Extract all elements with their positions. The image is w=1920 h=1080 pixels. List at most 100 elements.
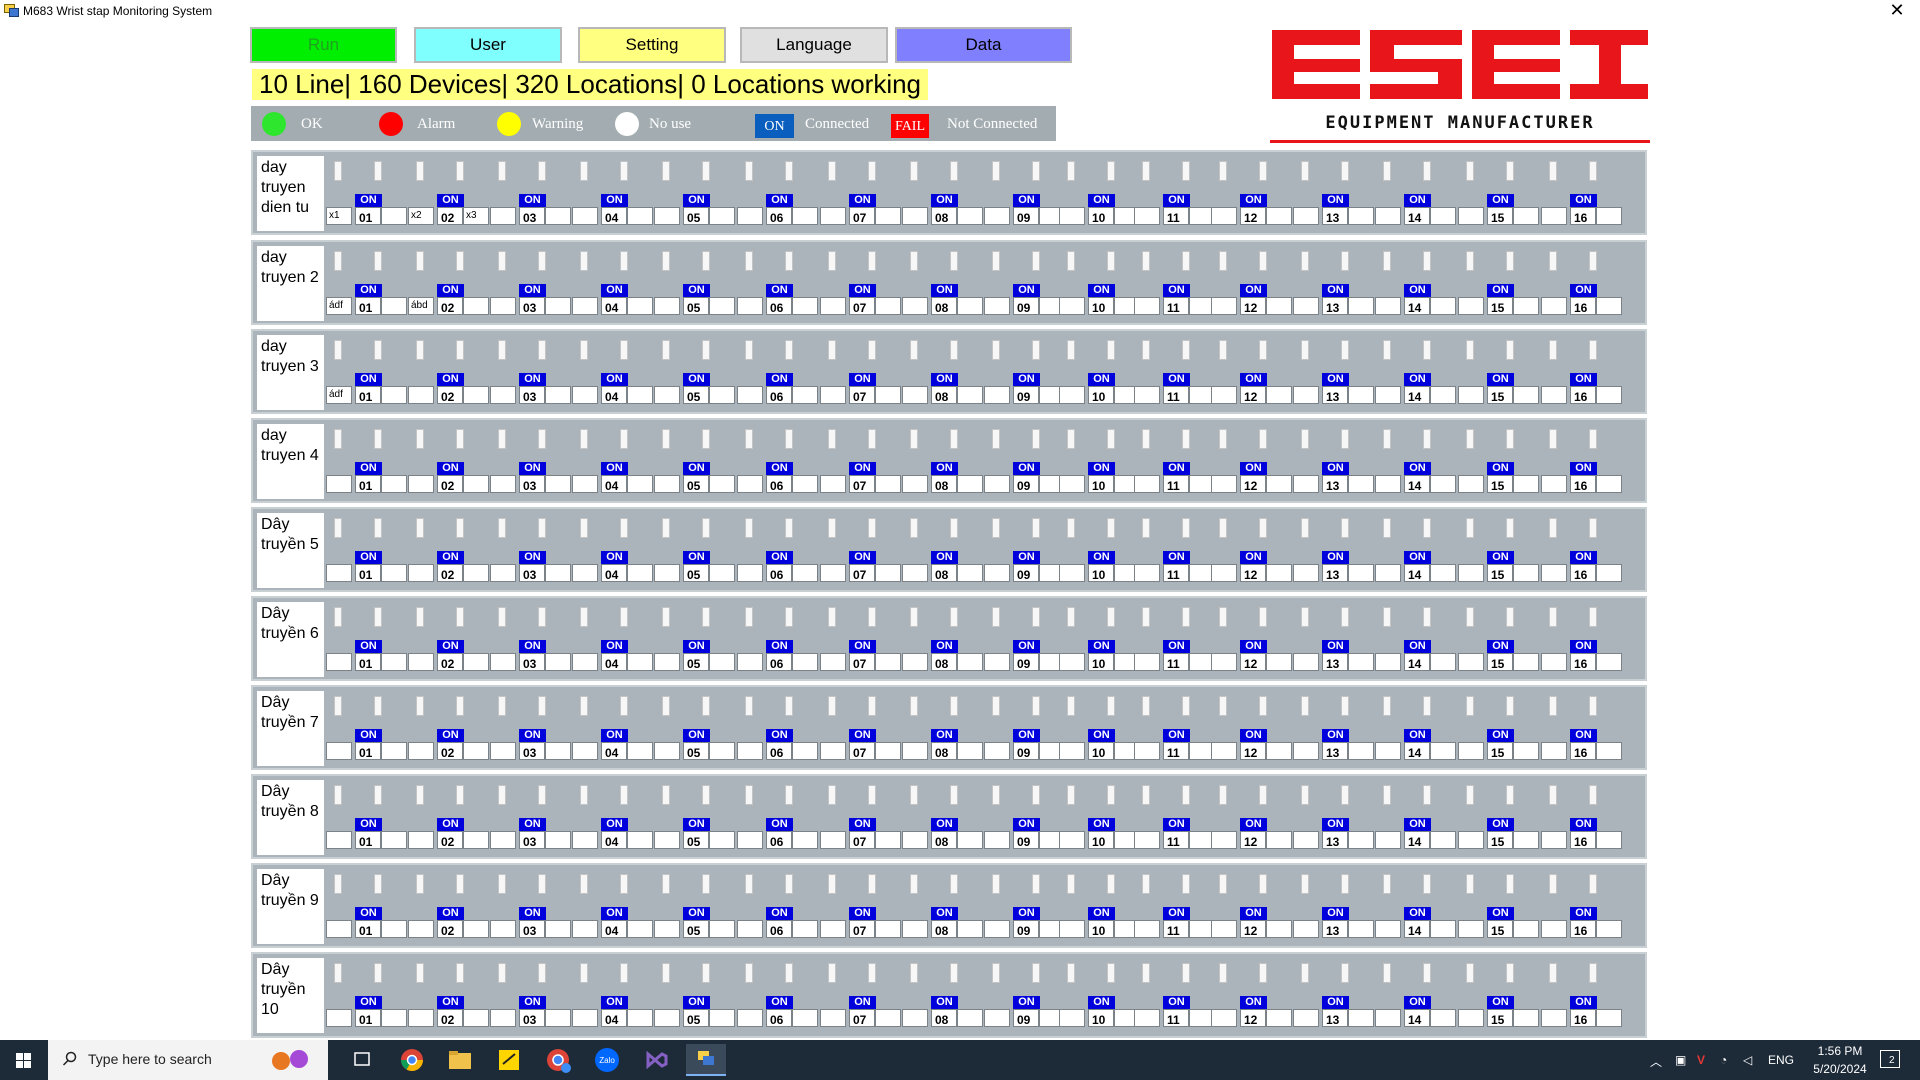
user-button[interactable]: User: [414, 27, 562, 63]
tray-device-icon[interactable]: ▣: [1675, 1053, 1686, 1067]
location-indicator[interactable]: [1182, 251, 1190, 271]
location-indicator[interactable]: [1383, 340, 1391, 360]
location-indicator[interactable]: [745, 161, 753, 181]
location-label-cell[interactable]: [737, 920, 763, 938]
location-label-cell[interactable]: [875, 297, 901, 315]
location-label-cell[interactable]: [1348, 1009, 1374, 1027]
location-label-cell[interactable]: [1348, 831, 1374, 849]
location-indicator[interactable]: [1142, 518, 1150, 538]
location-label-cell[interactable]: [709, 742, 735, 760]
location-indicator[interactable]: [334, 785, 342, 805]
location-indicator[interactable]: [1341, 696, 1349, 716]
location-indicator[interactable]: [910, 518, 918, 538]
location-indicator[interactable]: [1341, 785, 1349, 805]
location-label-cell[interactable]: [572, 920, 598, 938]
location-indicator[interactable]: [416, 518, 424, 538]
location-label-cell[interactable]: [792, 564, 818, 582]
location-label-cell[interactable]: [1211, 297, 1237, 315]
location-label-cell[interactable]: ábd: [408, 297, 434, 315]
location-indicator[interactable]: [1466, 785, 1474, 805]
location-label-cell[interactable]: [957, 386, 983, 404]
location-indicator[interactable]: [1341, 518, 1349, 538]
location-indicator[interactable]: [702, 161, 710, 181]
location-indicator[interactable]: [785, 785, 793, 805]
location-label-cell[interactable]: [381, 831, 407, 849]
location-label-cell[interactable]: [381, 1009, 407, 1027]
location-label-cell[interactable]: [1458, 564, 1484, 582]
location-indicator[interactable]: [416, 874, 424, 894]
location-label-cell[interactable]: [984, 831, 1010, 849]
location-label-cell[interactable]: [984, 1009, 1010, 1027]
location-indicator[interactable]: [702, 874, 710, 894]
location-label-cell[interactable]: [463, 475, 489, 493]
location-label-cell[interactable]: [1596, 475, 1622, 493]
location-indicator[interactable]: [1219, 340, 1227, 360]
location-indicator[interactable]: [1301, 874, 1309, 894]
location-indicator[interactable]: [1549, 874, 1557, 894]
location-label-cell[interactable]: [1348, 653, 1374, 671]
location-indicator[interactable]: [1383, 607, 1391, 627]
location-label-cell[interactable]: [1266, 831, 1292, 849]
location-label-cell[interactable]: [572, 207, 598, 225]
location-label-cell[interactable]: [381, 297, 407, 315]
location-label-cell[interactable]: [1430, 742, 1456, 760]
location-label-cell[interactable]: [1348, 742, 1374, 760]
location-label-cell[interactable]: [326, 920, 352, 938]
location-indicator[interactable]: [950, 429, 958, 449]
location-indicator[interactable]: [1589, 607, 1597, 627]
location-indicator[interactable]: [1032, 161, 1040, 181]
location-label-cell[interactable]: [1134, 920, 1160, 938]
location-indicator[interactable]: [1301, 518, 1309, 538]
location-indicator[interactable]: [620, 963, 628, 983]
location-label-cell[interactable]: [709, 653, 735, 671]
location-indicator[interactable]: [498, 429, 506, 449]
location-indicator[interactable]: [702, 785, 710, 805]
location-label-cell[interactable]: [381, 475, 407, 493]
location-label-cell[interactable]: [1596, 653, 1622, 671]
location-indicator[interactable]: [910, 696, 918, 716]
location-indicator[interactable]: [334, 963, 342, 983]
location-indicator[interactable]: [1219, 518, 1227, 538]
location-indicator[interactable]: [1549, 161, 1557, 181]
location-label-cell[interactable]: [1596, 207, 1622, 225]
location-label-cell[interactable]: [1266, 920, 1292, 938]
location-indicator[interactable]: [868, 518, 876, 538]
location-indicator[interactable]: [1589, 340, 1597, 360]
location-indicator[interactable]: [1259, 785, 1267, 805]
location-indicator[interactable]: [1259, 874, 1267, 894]
location-indicator[interactable]: [1219, 785, 1227, 805]
location-label-cell[interactable]: [1211, 207, 1237, 225]
location-label-cell[interactable]: [1059, 1009, 1085, 1027]
location-label-cell[interactable]: [1134, 386, 1160, 404]
location-label-cell[interactable]: [1134, 297, 1160, 315]
location-label-cell[interactable]: [984, 653, 1010, 671]
location-label-cell[interactable]: [1134, 564, 1160, 582]
location-indicator[interactable]: [1259, 429, 1267, 449]
location-label-cell[interactable]: [490, 831, 516, 849]
location-label-cell[interactable]: x2: [408, 207, 434, 225]
location-indicator[interactable]: [992, 785, 1000, 805]
location-label-cell[interactable]: [463, 653, 489, 671]
notification-icon[interactable]: 2: [1880, 1050, 1900, 1068]
location-indicator[interactable]: [1259, 963, 1267, 983]
location-label-cell[interactable]: [627, 475, 653, 493]
location-indicator[interactable]: [580, 607, 588, 627]
location-indicator[interactable]: [456, 340, 464, 360]
location-label-cell[interactable]: [654, 831, 680, 849]
location-indicator[interactable]: [785, 518, 793, 538]
location-indicator[interactable]: [1301, 607, 1309, 627]
location-indicator[interactable]: [1067, 696, 1075, 716]
location-indicator[interactable]: [828, 874, 836, 894]
location-label-cell[interactable]: [463, 1009, 489, 1027]
location-indicator[interactable]: [1301, 161, 1309, 181]
location-indicator[interactable]: [1182, 340, 1190, 360]
location-indicator[interactable]: [662, 874, 670, 894]
location-indicator[interactable]: [1142, 251, 1150, 271]
location-indicator[interactable]: [1259, 161, 1267, 181]
location-indicator[interactable]: [1506, 963, 1514, 983]
location-label-cell[interactable]: [1266, 1009, 1292, 1027]
visual-studio-icon[interactable]: [636, 1044, 676, 1076]
location-label-cell[interactable]: [902, 920, 928, 938]
location-label-cell[interactable]: [545, 207, 571, 225]
location-indicator[interactable]: [374, 785, 382, 805]
